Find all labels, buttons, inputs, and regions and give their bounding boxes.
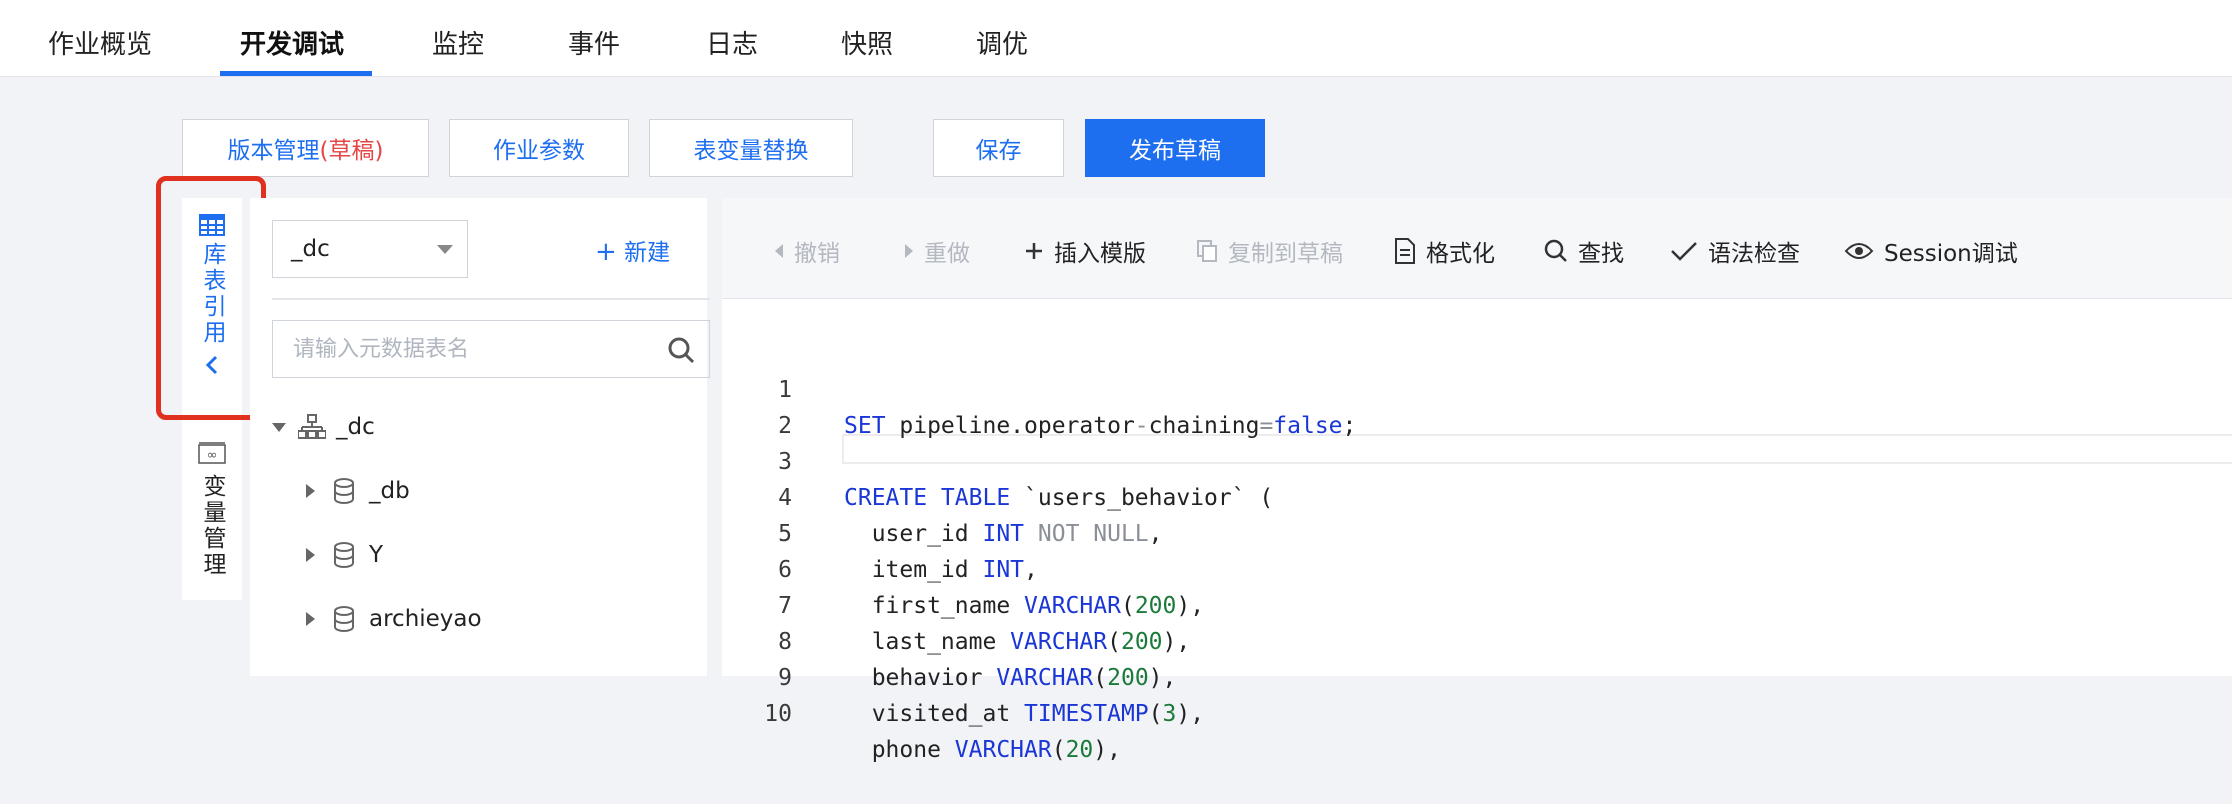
- database-icon: [334, 542, 354, 568]
- redo-label: 重做: [924, 241, 970, 267]
- undo-icon: [775, 244, 783, 258]
- variable-icon: ∞: [198, 442, 226, 464]
- active-tab-indicator: [220, 71, 372, 76]
- tree-node-label: archieyao: [369, 606, 482, 632]
- search-icon: [1544, 239, 1567, 262]
- tree-node-archieyao[interactable]: archieyao: [306, 606, 482, 632]
- table-var-replace-button[interactable]: 表变量替换: [649, 119, 853, 177]
- copy-to-draft-label: 复制到草稿: [1228, 241, 1343, 267]
- tree-node-db[interactable]: _db: [306, 478, 410, 504]
- tree-node-label: _db: [369, 478, 410, 504]
- code-line: 9 visited_at TIMESTAMP(3),: [722, 624, 2232, 727]
- code-line: 6 first_name VARCHAR(200),: [722, 516, 2232, 619]
- caret-right-icon[interactable]: [306, 612, 315, 626]
- caret-right-icon[interactable]: [306, 484, 315, 498]
- plus-icon: +: [595, 237, 617, 267]
- new-button-label: 新建: [624, 240, 671, 266]
- table-reference-panel: _dc + 新建 _dc _: [250, 198, 710, 676]
- code-line: 1 SET pipeline.operator-chaining=false;: [722, 336, 2232, 439]
- tab-monitor[interactable]: 监控: [432, 27, 484, 63]
- tab-tuning[interactable]: 调优: [976, 27, 1028, 63]
- tab-dev-debug[interactable]: 开发调试: [240, 27, 344, 63]
- top-tab-bar: 作业概览 开发调试 监控 事件 日志 快照 调优: [0, 0, 2232, 77]
- code-line: 8 behavior VARCHAR(200),: [722, 588, 2232, 691]
- version-management-label: 版本管理: [227, 138, 320, 164]
- cluster-icon: [298, 414, 326, 439]
- code-line: 4 user_id INT NOT NULL,: [722, 444, 2232, 547]
- format-document-icon: [1395, 238, 1415, 264]
- tree-node-label: Y: [369, 542, 384, 568]
- format-label: 格式化: [1426, 241, 1495, 267]
- sql-editor: 撤销 重做 插入模版 复制到草稿 格式化 查找 语法检查 Session调试 1…: [722, 198, 2232, 763]
- editor-toolbar: 撤销 重做 插入模版 复制到草稿 格式化 查找 语法检查 Session调试: [722, 198, 2232, 299]
- undo-button[interactable]: 撤销: [774, 234, 840, 268]
- caret-down-icon[interactable]: [272, 422, 286, 432]
- database-icon: [334, 606, 354, 632]
- svg-text:∞: ∞: [207, 448, 218, 463]
- metadata-search-box: [272, 320, 710, 378]
- find-label: 查找: [1578, 241, 1624, 267]
- caret-right-icon[interactable]: [306, 548, 315, 562]
- tab-job-overview[interactable]: 作业概览: [48, 27, 152, 63]
- metadata-search-input[interactable]: [291, 335, 635, 363]
- tree-root-node[interactable]: _dc: [272, 414, 375, 440]
- line-number: 10: [764, 701, 792, 727]
- code-line: 2: [722, 372, 2232, 439]
- code-line: 3 CREATE TABLE `users_behavior` (: [722, 408, 2232, 511]
- tab-events[interactable]: 事件: [568, 27, 620, 63]
- chevron-down-icon: [437, 245, 453, 254]
- rail-variable-management-label: 变量管理: [199, 474, 225, 578]
- panel-divider: [272, 298, 710, 300]
- format-button[interactable]: 格式化: [1394, 234, 1495, 268]
- syntax-check-button[interactable]: 语法检查: [1670, 234, 1800, 268]
- database-select-value: _dc: [291, 236, 330, 262]
- publish-draft-button[interactable]: 发布草稿: [1085, 119, 1265, 177]
- session-debug-button[interactable]: Session调试: [1844, 234, 2018, 268]
- copy-icon: [1197, 240, 1217, 262]
- version-management-button[interactable]: 版本管理 (草稿): [182, 119, 429, 177]
- insert-template-button[interactable]: 插入模版: [1024, 234, 1146, 268]
- plus-icon: [1026, 243, 1042, 259]
- copy-to-draft-button[interactable]: 复制到草稿: [1196, 234, 1343, 268]
- syntax-check-label: 语法检查: [1708, 241, 1800, 267]
- save-button[interactable]: 保存: [933, 119, 1064, 177]
- redo-icon: [905, 244, 913, 258]
- code-line: 5 item_id INT,: [722, 480, 2232, 583]
- session-debug-label: Session调试: [1884, 241, 2018, 267]
- eye-icon: [1844, 243, 1874, 259]
- tab-logs[interactable]: 日志: [706, 27, 758, 63]
- tree-root-label: _dc: [336, 414, 375, 440]
- tree-node-y[interactable]: Y: [306, 542, 383, 568]
- draft-tag: (草稿): [319, 138, 384, 164]
- check-icon: [1671, 242, 1697, 261]
- code-area[interactable]: 1 SET pipeline.operator-chaining=false; …: [722, 298, 2232, 763]
- job-params-button[interactable]: 作业参数: [449, 119, 629, 177]
- code-line: 7 last_name VARCHAR(200),: [722, 552, 2232, 655]
- rail-variable-management[interactable]: ∞ 变量管理: [182, 442, 242, 578]
- tab-snapshots[interactable]: 快照: [841, 27, 893, 63]
- redo-button[interactable]: 重做: [904, 234, 970, 268]
- code-line: 10 phone VARCHAR(20),: [722, 660, 2232, 763]
- find-button[interactable]: 查找: [1544, 234, 1624, 268]
- search-icon[interactable]: [667, 336, 695, 364]
- database-select[interactable]: _dc: [272, 220, 468, 278]
- insert-template-label: 插入模版: [1054, 241, 1146, 267]
- new-button[interactable]: + 新建: [595, 233, 670, 267]
- database-icon: [334, 478, 354, 504]
- undo-label: 撤销: [794, 241, 840, 267]
